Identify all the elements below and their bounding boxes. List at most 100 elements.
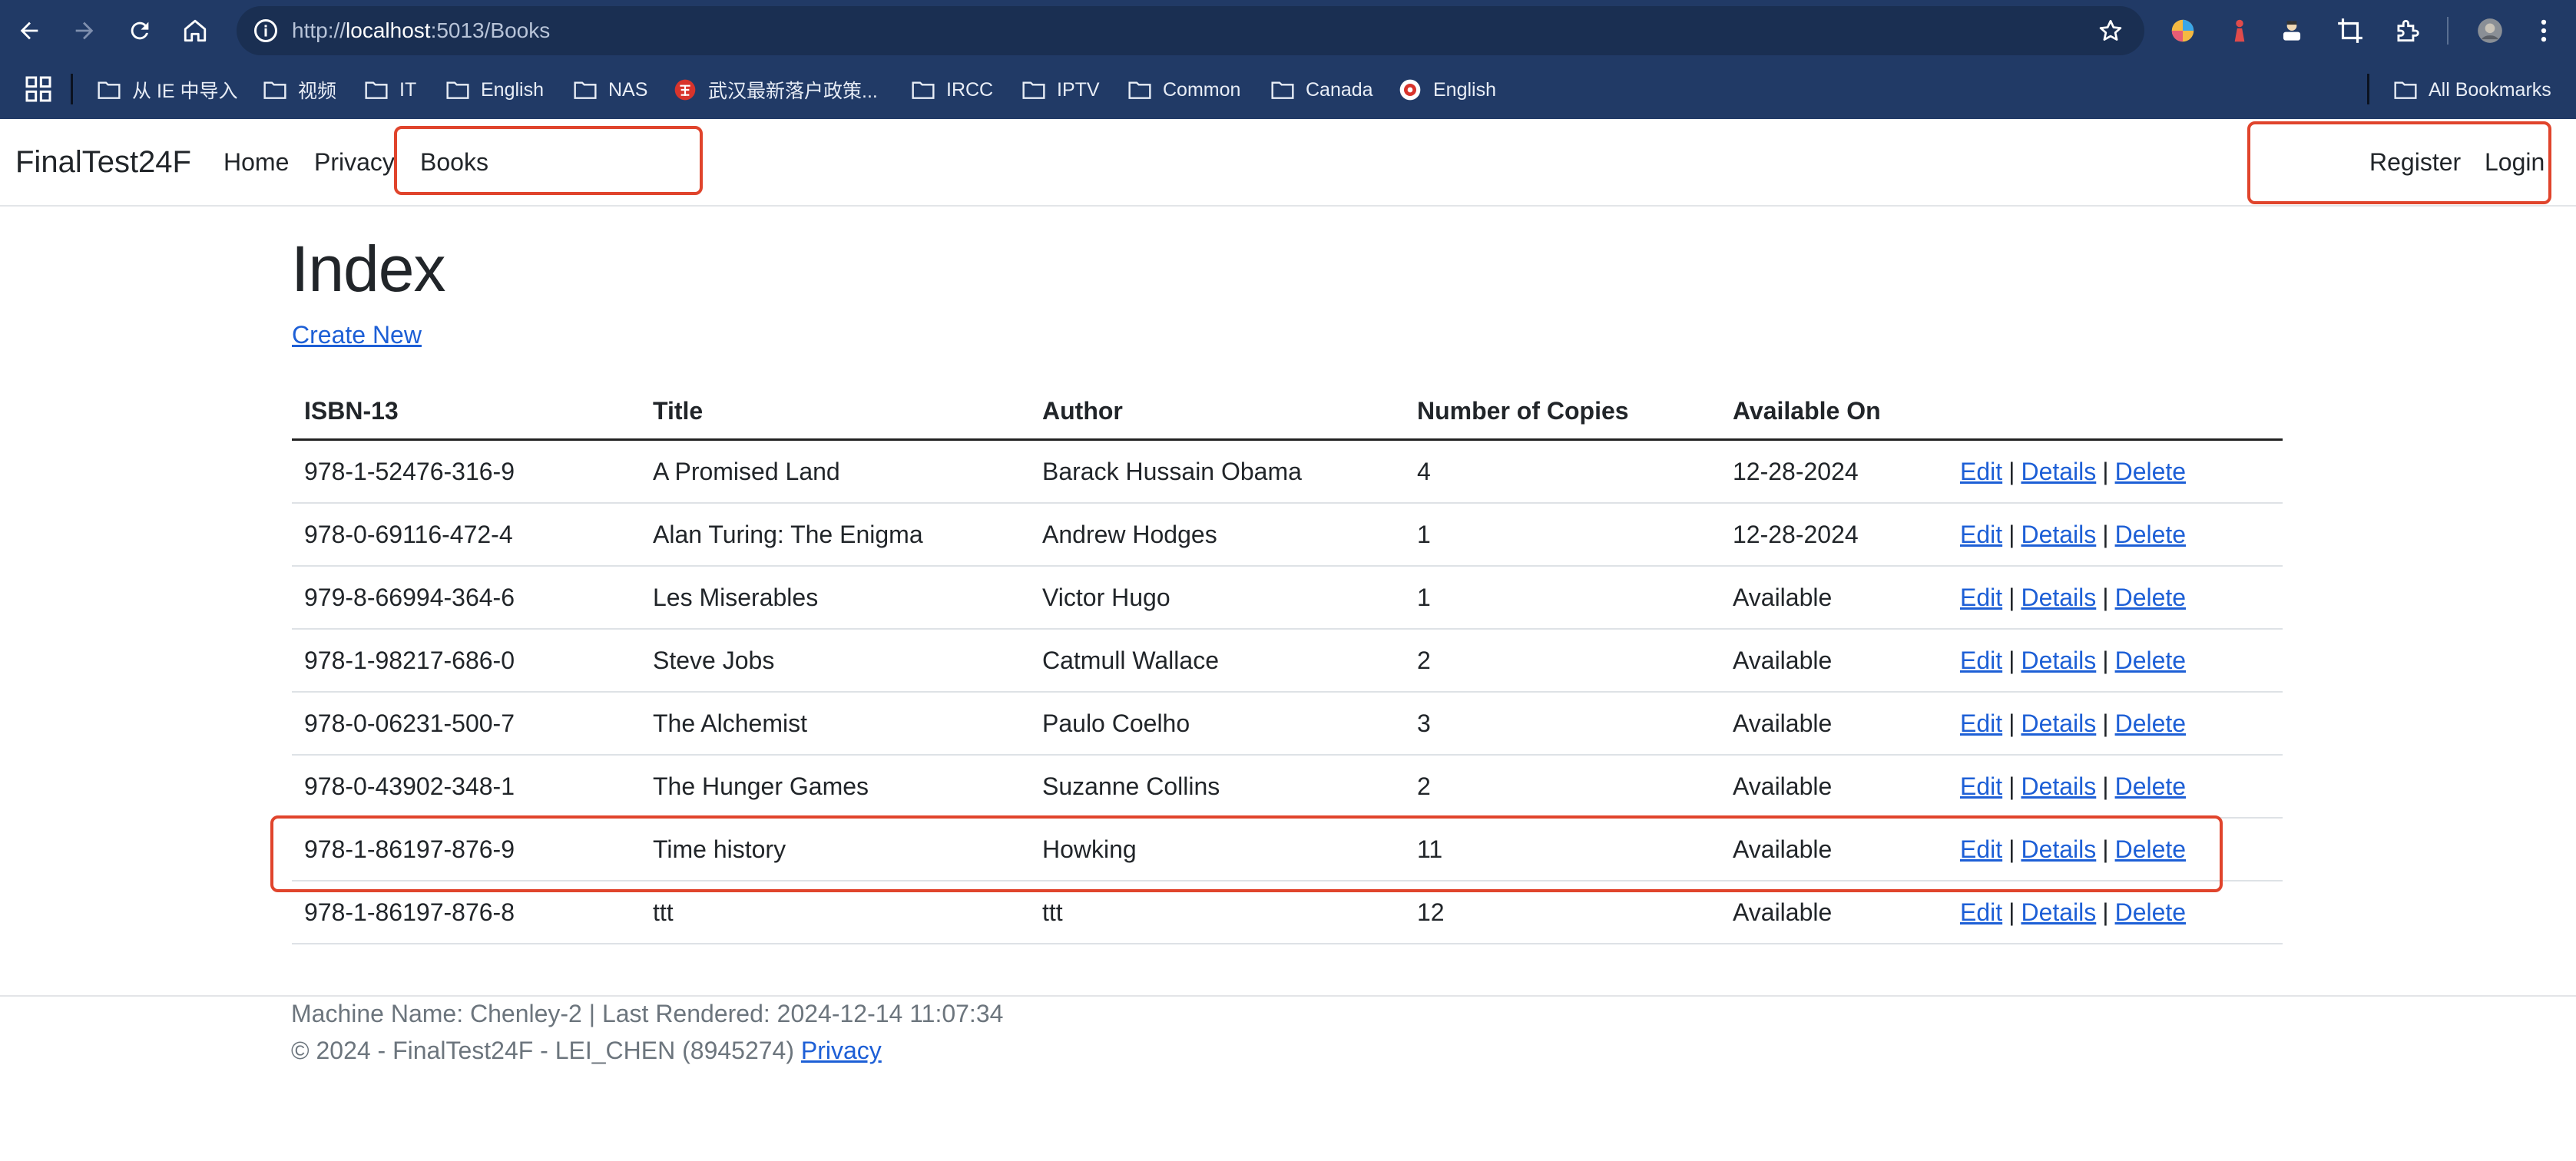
- details-link[interactable]: Details: [2021, 710, 2096, 738]
- cell-title: Alan Turing: The Enigma: [653, 520, 923, 548]
- edit-link[interactable]: Edit: [1960, 898, 2002, 927]
- edit-link[interactable]: Edit: [1960, 772, 2002, 801]
- url-text[interactable]: http://localhost:5013/Books: [292, 6, 550, 55]
- extensions-puzzle-icon[interactable]: [2390, 14, 2424, 48]
- header-available-on: Available On: [1733, 396, 1881, 425]
- delete-link[interactable]: Delete: [2115, 647, 2187, 675]
- url-path: :5013/Books: [430, 18, 551, 42]
- forward-button[interactable]: [66, 12, 103, 49]
- bookmark-folder[interactable]: Canada: [1270, 71, 1373, 109]
- site-info-icon[interactable]: [252, 17, 280, 45]
- cell-title: Les Miserables: [653, 583, 819, 611]
- bookmark-label: Canada: [1306, 78, 1373, 101]
- details-link[interactable]: Details: [2021, 647, 2096, 675]
- action-separator: |: [2008, 520, 2015, 548]
- create-new-link[interactable]: Create New: [292, 321, 422, 349]
- delete-link[interactable]: Delete: [2115, 584, 2187, 612]
- details-link[interactable]: Details: [2021, 458, 2096, 486]
- cell-isbn: 978-0-06231-500-7: [304, 709, 515, 737]
- bookmark-label: English: [1433, 78, 1496, 101]
- edit-link[interactable]: Edit: [1960, 647, 2002, 675]
- bookmark-site[interactable]: 武汉最新落户政策...: [673, 71, 878, 109]
- reload-button[interactable]: [121, 12, 158, 49]
- edit-link[interactable]: Edit: [1960, 710, 2002, 738]
- cell-available-on: Available: [1733, 583, 1833, 611]
- nav-home[interactable]: Home: [223, 148, 289, 177]
- edit-link[interactable]: Edit: [1960, 458, 2002, 486]
- bookmark-label: NAS: [608, 78, 648, 101]
- table-row: 978-1-52476-316-9 A Promised Land Barack…: [292, 441, 2283, 504]
- cell-author: Catmull Wallace: [1042, 646, 1219, 674]
- all-bookmarks-folder[interactable]: All Bookmarks: [2393, 71, 2551, 109]
- globe-icon: [1399, 79, 1421, 101]
- footer-privacy-link[interactable]: Privacy: [801, 1037, 882, 1064]
- delete-link[interactable]: Delete: [2115, 898, 2187, 927]
- details-link[interactable]: Details: [2021, 772, 2096, 801]
- action-separator: |: [2102, 457, 2109, 485]
- bookmarks-bar: 从 IE 中导入 视频 IT English NAS 武汉最新落户政策... I…: [0, 61, 2576, 119]
- action-separator: |: [2008, 457, 2015, 485]
- bookmark-folder[interactable]: English: [445, 71, 544, 109]
- arrow-right-icon: [75, 22, 94, 40]
- cell-available-on: Available: [1733, 772, 1833, 800]
- edit-link[interactable]: Edit: [1960, 584, 2002, 612]
- delete-link[interactable]: Delete: [2115, 521, 2187, 549]
- home-button[interactable]: [177, 12, 214, 49]
- highlight-books-link: [394, 126, 703, 195]
- bookmarks-divider: [71, 74, 73, 104]
- bookmark-folder[interactable]: IRCC: [911, 71, 993, 109]
- details-link[interactable]: Details: [2021, 898, 2096, 927]
- menu-kebab-icon[interactable]: [2527, 14, 2561, 48]
- back-button[interactable]: [11, 12, 48, 49]
- bookmark-folder[interactable]: NAS: [573, 71, 647, 109]
- row-actions: Edit | Details | Delete: [1960, 504, 2186, 565]
- arrow-left-icon: [20, 22, 38, 40]
- cell-available-on: 12-28-2024: [1733, 457, 1859, 485]
- extension-figure-icon[interactable]: [2223, 14, 2256, 48]
- details-link[interactable]: Details: [2021, 521, 2096, 549]
- cell-author: Barack Hussain Obama: [1042, 457, 1302, 485]
- action-separator: |: [2102, 646, 2109, 674]
- apps-grid-icon[interactable]: [23, 74, 54, 104]
- delete-link[interactable]: Delete: [2115, 710, 2187, 738]
- header-isbn: ISBN-13: [304, 396, 399, 425]
- cell-copies: 2: [1417, 646, 1431, 674]
- edit-link[interactable]: Edit: [1960, 521, 2002, 549]
- nav-privacy[interactable]: Privacy: [314, 148, 395, 177]
- header-author: Author: [1042, 396, 1123, 425]
- bookmark-label: English: [481, 78, 544, 101]
- folder-icon: [446, 81, 469, 99]
- screenshot-icon[interactable]: [2333, 14, 2367, 48]
- table-row: 979-8-66994-364-6 Les Miserables Victor …: [292, 567, 2283, 630]
- cell-copies: 1: [1417, 520, 1431, 548]
- url-host: localhost: [346, 18, 431, 42]
- details-link[interactable]: Details: [2021, 584, 2096, 612]
- folder-icon: [912, 81, 935, 99]
- bookmark-folder[interactable]: IT: [364, 71, 416, 109]
- extension-reader-icon[interactable]: [2275, 14, 2309, 48]
- site-navbar: FinalTest24F Home Privacy Books Register…: [0, 119, 2576, 207]
- brand-link[interactable]: FinalTest24F: [15, 145, 191, 180]
- bookmark-site[interactable]: English: [1398, 71, 1496, 109]
- footer-copyright: © 2024 - FinalTest24F - LEI_CHEN (894527…: [291, 1037, 882, 1065]
- bookmark-star-icon[interactable]: [2097, 17, 2124, 45]
- browser-toolbar: http://localhost:5013/Books: [0, 0, 2576, 61]
- table-row: 978-0-69116-472-4 Alan Turing: The Enigm…: [292, 504, 2283, 567]
- bookmark-label: 从 IE 中导入: [132, 81, 238, 102]
- site-icon: [674, 79, 696, 101]
- delete-link[interactable]: Delete: [2115, 458, 2187, 486]
- address-bar[interactable]: http://localhost:5013/Books: [237, 6, 2144, 55]
- bookmark-folder[interactable]: 从 IE 中导入: [97, 71, 238, 109]
- bookmark-folder[interactable]: IPTV: [1021, 71, 1100, 109]
- table-row: 978-0-06231-500-7 The Alchemist Paulo Co…: [292, 693, 2283, 756]
- delete-link[interactable]: Delete: [2115, 772, 2187, 801]
- cell-isbn: 978-0-69116-472-4: [304, 520, 513, 548]
- highlight-time-history-row: [270, 815, 2223, 892]
- extension-color-icon[interactable]: [2166, 14, 2200, 48]
- profile-avatar-icon[interactable]: [2473, 14, 2507, 48]
- row-actions: Edit | Details | Delete: [1960, 630, 2186, 691]
- folder-icon: [263, 81, 286, 99]
- bookmark-folder[interactable]: Common: [1127, 71, 1240, 109]
- folder-icon: [98, 81, 121, 99]
- bookmark-folder[interactable]: 视频: [263, 71, 336, 109]
